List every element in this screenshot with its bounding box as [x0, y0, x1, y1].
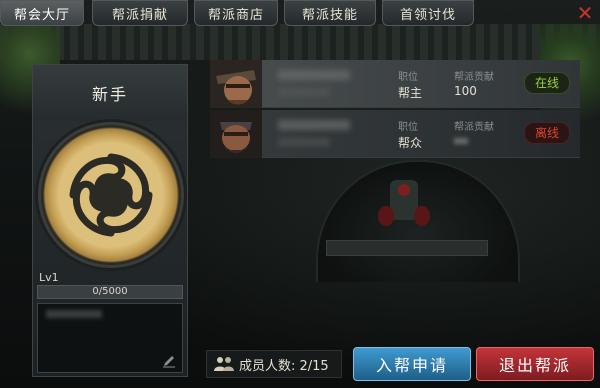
guild-level: Lv1: [39, 271, 59, 284]
member-position: 帮众: [398, 136, 423, 150]
throne-figure: [378, 180, 430, 226]
guild-exp-bar: 0/5000: [37, 285, 183, 299]
close-icon[interactable]: ✕: [574, 2, 596, 24]
contribution-label: 帮派贡献: [454, 72, 494, 83]
join-request-button[interactable]: 入帮申请: [353, 347, 471, 381]
contribution-label: 帮派贡献: [454, 122, 494, 133]
guild-emblem: [41, 125, 181, 265]
guild-exp-text: 0/5000: [92, 286, 128, 297]
guild-info-panel: 新手 Lv1 0/5000: [32, 64, 188, 377]
tab-bar: 帮会大厅 帮派捐献 帮派商店 帮派技能 首领讨伐: [0, 0, 600, 28]
member-subtitle-redacted: [278, 138, 330, 146]
member-name-redacted: [278, 120, 350, 130]
status-badge: 在线: [524, 72, 570, 94]
position-label: 职位: [398, 72, 418, 83]
tab-guild-hall[interactable]: 帮会大厅: [0, 0, 84, 26]
member-subtitle-redacted: [278, 88, 330, 96]
guild-notice-box: [37, 303, 183, 373]
member-position: 帮主: [398, 86, 423, 100]
member-avatar: [210, 110, 262, 158]
tab-guild-donation[interactable]: 帮派捐献: [92, 0, 188, 26]
guild-hall-screen: 帮会大厅 帮派捐献 帮派商店 帮派技能 首领讨伐 ✕ 新手 Lv1 0/5000: [0, 0, 600, 388]
guild-emblem-icon: [69, 153, 153, 237]
member-avatar: [210, 60, 262, 108]
member-contribution: 100: [454, 84, 477, 98]
leave-guild-button[interactable]: 退出帮派: [476, 347, 594, 381]
stone-altar: [326, 240, 488, 256]
member-row[interactable]: 职位 帮众 帮派贡献 离线: [210, 110, 580, 158]
status-badge: 离线: [524, 122, 570, 144]
members-count-text: 成员人数: 2/15: [239, 358, 329, 374]
member-name-redacted: [278, 70, 350, 80]
member-contribution-redacted: [454, 138, 468, 144]
people-icon: [214, 357, 234, 371]
position-label: 职位: [398, 122, 418, 133]
roof-background: [0, 24, 600, 60]
dungeon-backdrop: [196, 160, 600, 360]
members-count: 成员人数: 2/15: [206, 350, 342, 378]
guild-rank-title: 新手: [33, 65, 187, 121]
tab-guild-shop[interactable]: 帮派商店: [194, 0, 278, 26]
guild-notice-redacted: [46, 310, 102, 318]
tab-boss-raid[interactable]: 首领讨伐: [382, 0, 474, 26]
member-row[interactable]: 职位 帮主 帮派贡献 100 在线: [210, 60, 580, 108]
edit-icon[interactable]: [162, 354, 176, 368]
tab-guild-skills[interactable]: 帮派技能: [284, 0, 376, 26]
